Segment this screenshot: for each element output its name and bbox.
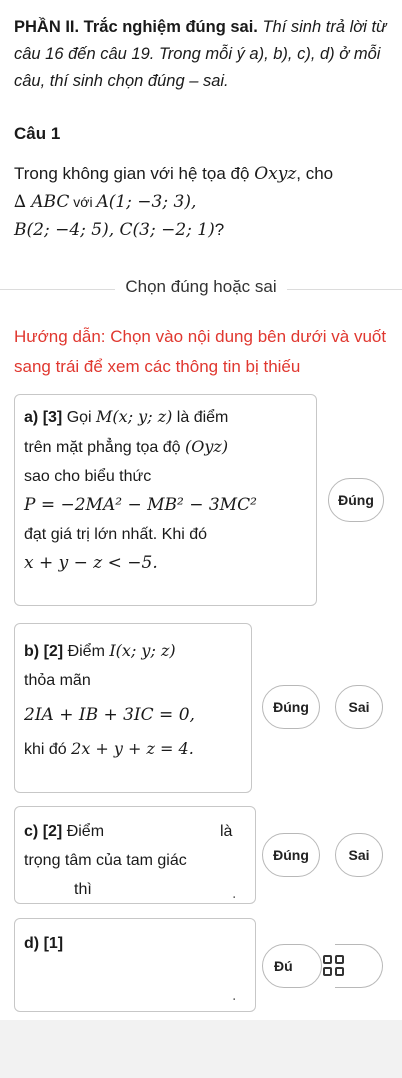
item-a-text: Gọi bbox=[62, 409, 97, 426]
question-point-a: A(1; −3; 3), bbox=[96, 192, 197, 212]
item-a-formula2: x + y − z < −5. bbox=[24, 553, 158, 573]
item-d-dot: . bbox=[232, 987, 237, 1004]
item-c-false-button[interactable]: Sai bbox=[335, 833, 383, 877]
question-title: Câu 1 bbox=[14, 124, 61, 143]
item-b-false-button[interactable]: Sai bbox=[335, 685, 383, 729]
choose-label: Chọn đúng hoặc sai bbox=[0, 277, 402, 297]
item-a-label: a) bbox=[24, 409, 39, 426]
item-d-true-button[interactable]: Đú bbox=[262, 944, 322, 988]
item-c-content: c) [2] Điểm là trọng tâm của tam giác thì… bbox=[24, 817, 254, 904]
item-b-formula-text: 2IA + IB + 3IC = 0, bbox=[24, 705, 195, 725]
item-c-true-button[interactable]: Đúng bbox=[262, 833, 320, 877]
item-b-card[interactable]: b) [2] Điểm I(x; y; z) thỏa mãn 2IA + IB… bbox=[14, 623, 252, 793]
section-heading: PHẦN II. Trắc nghiệm đúng sai. Thí sinh … bbox=[14, 14, 394, 95]
item-b-math-i: I(x; y; z) bbox=[109, 641, 176, 660]
item-a-content: a) [3] Gọi M(x; y; z) là điểm trên mặt p… bbox=[24, 402, 314, 578]
item-c-dot: . bbox=[232, 885, 237, 902]
item-b-content: b) [2] Điểm I(x; y; z) thỏa mãn 2IA + IB… bbox=[24, 636, 250, 764]
question-with: với bbox=[69, 194, 97, 210]
question-body: Trong không gian với hệ tọa độ Oxyz, cho… bbox=[14, 160, 394, 244]
item-b-points: [2] bbox=[43, 643, 64, 660]
guide-text: Hướng dẫn: Chọn vào nội dung bên dưới và… bbox=[14, 327, 387, 376]
item-c-card[interactable]: c) [2] Điểm là trọng tâm của tam giác thì… bbox=[14, 806, 256, 904]
item-c-text4: thì bbox=[74, 881, 92, 898]
footer-bar bbox=[0, 1020, 402, 1078]
item-c-points: [2] bbox=[42, 823, 63, 840]
item-a-text3: trên mặt phẳng tọa độ bbox=[24, 439, 185, 456]
grid-menu-icon[interactable] bbox=[323, 955, 345, 977]
item-a-text4: sao cho biểu thức bbox=[24, 468, 152, 485]
item-d-points: [1] bbox=[43, 935, 64, 952]
item-c-text: Điểm bbox=[62, 823, 105, 840]
item-b-formula2: 2x + y + z = 4. bbox=[71, 739, 194, 758]
item-b-text2: thỏa mãn bbox=[24, 672, 91, 689]
item-b-formula: 2IA + IB + 3IC = 0, bbox=[24, 701, 250, 730]
item-d-content: d) [1] . bbox=[24, 929, 254, 1007]
question-math-system: Oxyz bbox=[254, 164, 297, 184]
question-mark: ? bbox=[214, 220, 225, 239]
item-a-text5: đạt giá trị lớn nhất. Khi đó bbox=[24, 526, 208, 543]
item-b-true-button[interactable]: Đúng bbox=[262, 685, 320, 729]
choose-label-text: Chọn đúng hoặc sai bbox=[115, 277, 287, 296]
item-a-math-m: M(x; y; z) bbox=[96, 407, 173, 426]
item-c-text2: là bbox=[220, 823, 233, 840]
item-d-card[interactable]: d) [1] . bbox=[14, 918, 256, 1012]
question-text: Trong không gian với hệ tọa độ bbox=[14, 164, 255, 183]
item-a-points: [3] bbox=[42, 409, 63, 426]
question-triangle: ∆ ABC bbox=[14, 192, 70, 212]
question-text-suffix: , cho bbox=[296, 164, 334, 183]
item-c-label: c) bbox=[24, 823, 39, 840]
question-points-bc: B(2; −4; 5), C(3; −2; 1) bbox=[14, 220, 215, 240]
item-a-math-plane: (Oyz) bbox=[185, 437, 229, 456]
item-a-text2: là điểm bbox=[172, 409, 229, 426]
item-b-label: b) bbox=[24, 643, 40, 660]
item-d-label: d) bbox=[24, 935, 40, 952]
item-c-text3: trọng tâm của tam giác bbox=[24, 852, 187, 869]
item-b-text3: khi đó bbox=[24, 741, 72, 758]
item-a-card[interactable]: a) [3] Gọi M(x; y; z) là điểm trên mặt p… bbox=[14, 394, 317, 606]
item-b-text: Điểm bbox=[63, 643, 110, 660]
item-a-formula: P = −2MA² − MB² − 3MC² bbox=[24, 495, 257, 515]
section-part-label: PHẦN II. Trắc nghiệm đúng sai. bbox=[14, 18, 258, 36]
item-d-true-label: Đú bbox=[274, 958, 293, 974]
item-a-true-button[interactable]: Đúng bbox=[328, 478, 384, 522]
